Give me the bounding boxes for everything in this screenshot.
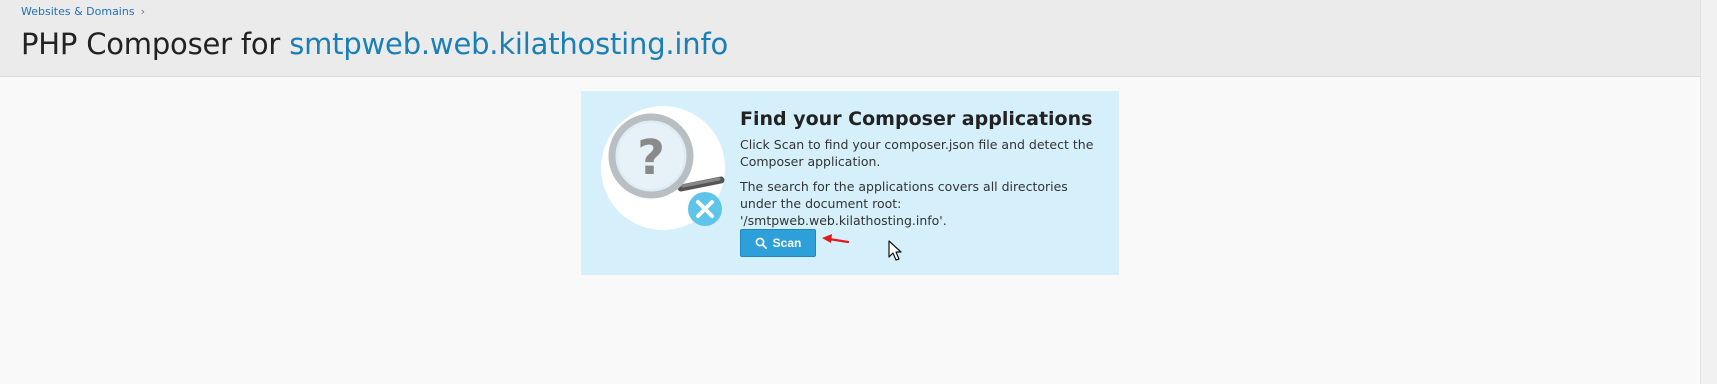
composer-scan-panel: ? Find your Composer applications Click …	[581, 91, 1119, 275]
panel-description: Click Scan to find your composer.json fi…	[740, 137, 1094, 169]
page-title: PHP Composer for smtpweb.web.kilathostin…	[21, 27, 728, 61]
panel-search-scope: The search for the applications covers a…	[740, 179, 1068, 228]
page-title-domain[interactable]: smtpweb.web.kilathosting.info	[289, 27, 728, 61]
vertical-scrollbar[interactable]	[1700, 0, 1717, 384]
scan-button[interactable]: Scan	[740, 229, 816, 257]
svg-text:?: ?	[637, 130, 665, 186]
panel-content: Find your Composer applications Click Sc…	[740, 108, 1100, 237]
breadcrumb-link-websites-domains[interactable]: Websites & Domains	[21, 5, 135, 18]
page-title-prefix: PHP Composer for	[21, 27, 281, 61]
annotation-arrow-icon	[821, 232, 850, 251]
panel-heading: Find your Composer applications	[740, 108, 1093, 130]
breadcrumb: Websites & Domains ›	[21, 5, 145, 18]
page-frame: Websites & Domains › PHP Composer for sm…	[0, 0, 1700, 384]
breadcrumb-separator-icon: ›	[140, 5, 145, 18]
page-header: Websites & Domains › PHP Composer for sm…	[0, 0, 1700, 77]
mouse-pointer-icon	[888, 240, 902, 266]
magnifier-question-icon: ?	[601, 106, 726, 231]
search-icon	[755, 237, 767, 249]
scan-button-label: Scan	[772, 236, 802, 250]
